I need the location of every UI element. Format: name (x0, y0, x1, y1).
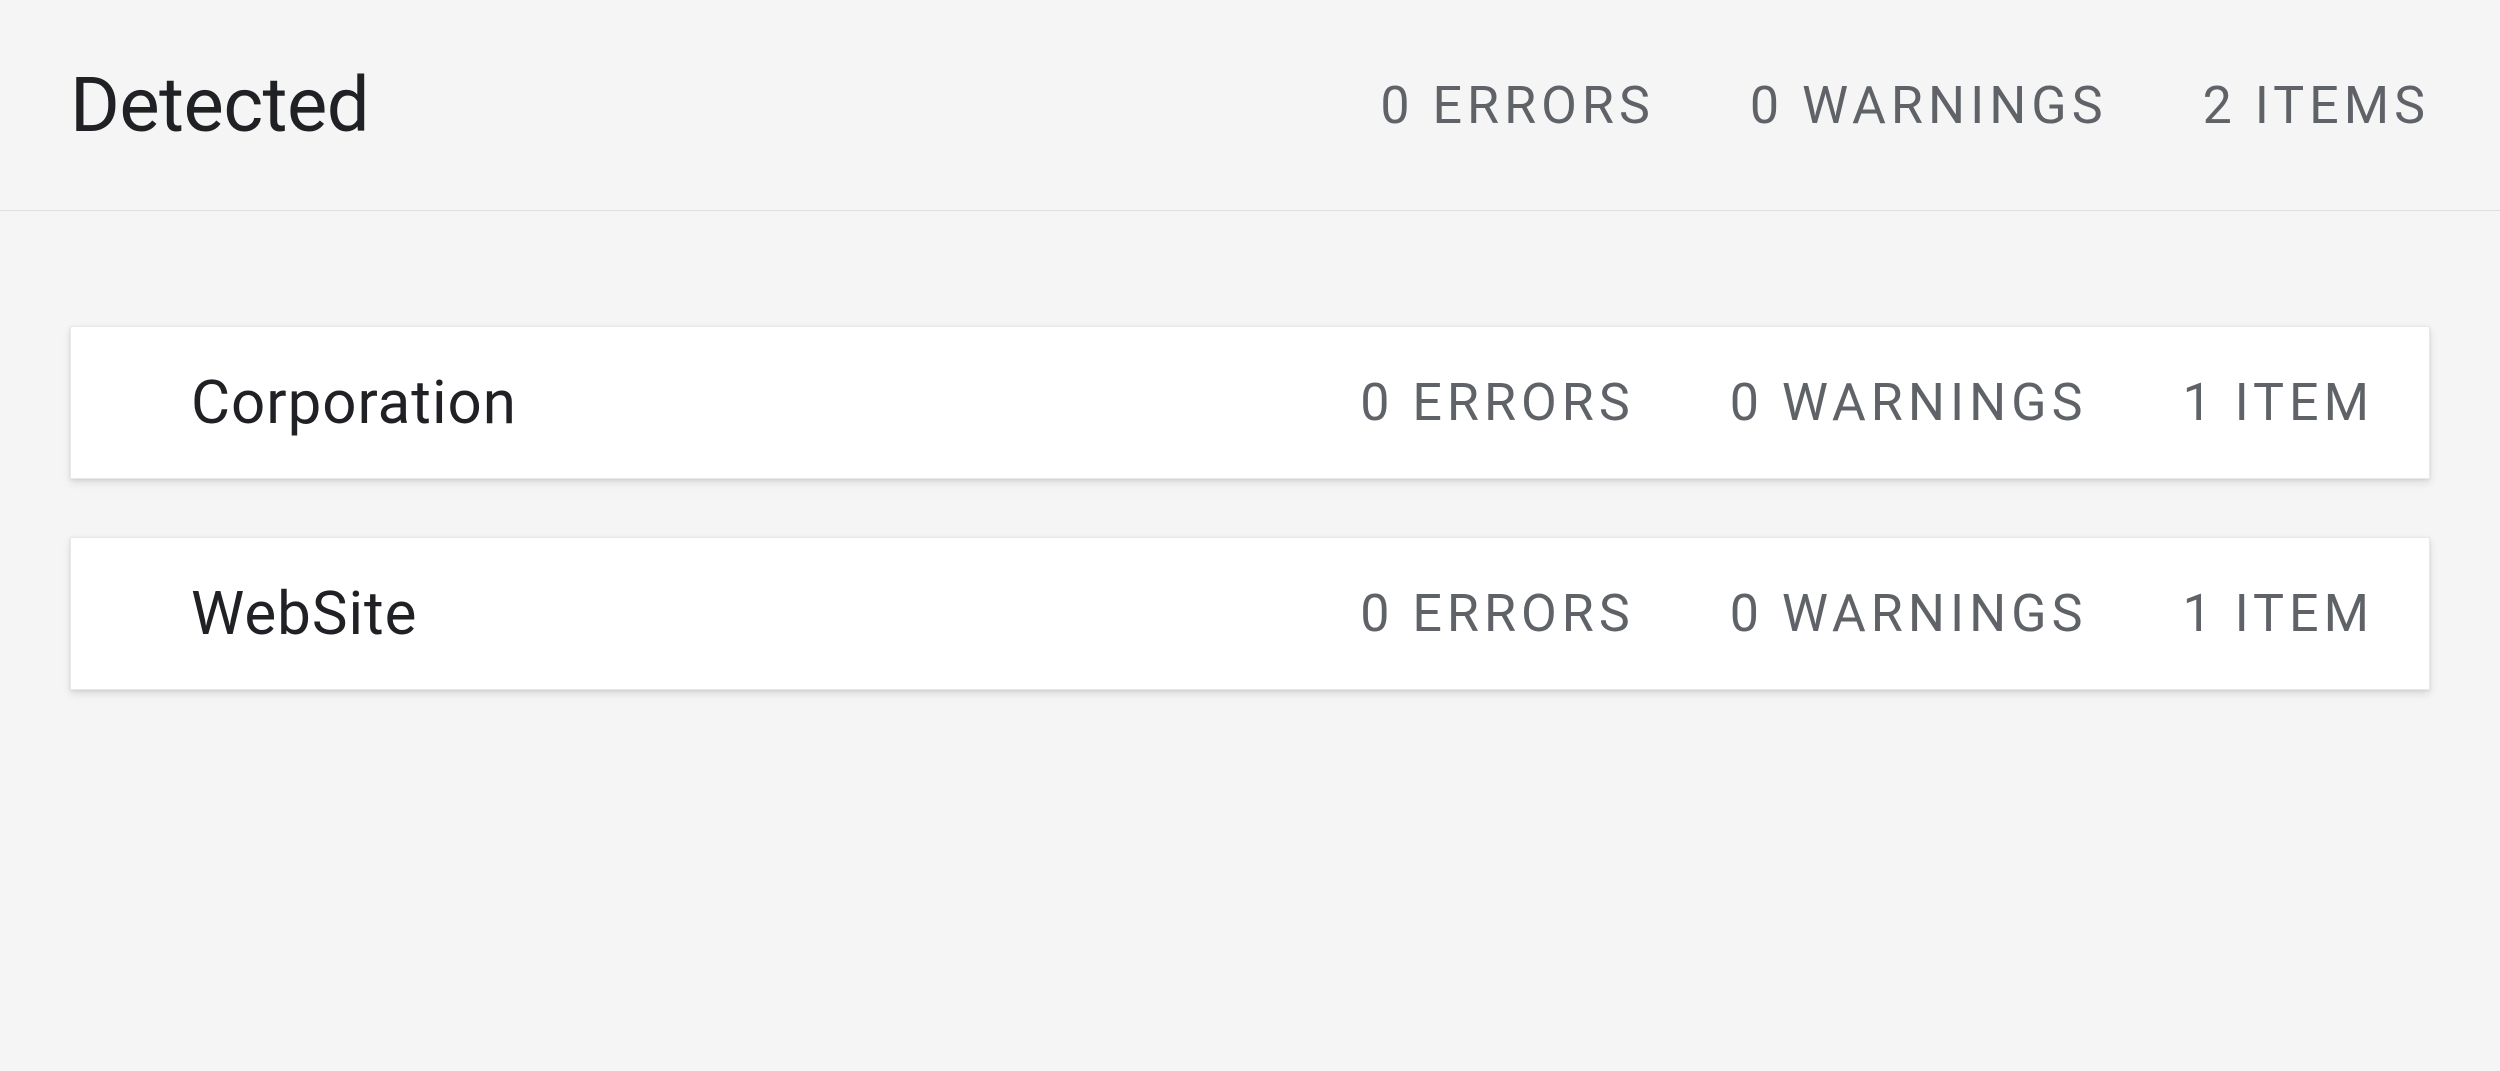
summary-warnings-count: 0 WARNINGS (1750, 75, 2108, 136)
detected-item-corporation[interactable]: Corporation 0 ERRORS 0 WARNINGS 1 ITEM (70, 326, 2430, 479)
summary-items-count: 2 ITEMS (2203, 75, 2430, 136)
detected-item-errors-count: 0 ERRORS (1360, 583, 1634, 644)
detected-item-stats: 0 ERRORS 0 WARNINGS 1 ITEM (1360, 372, 2374, 433)
summary-errors-count: 0 ERRORS (1380, 75, 1654, 136)
summary-stats: 0 ERRORS 0 WARNINGS 2 ITEMS (1380, 75, 2430, 136)
detected-item-items-count: 1 ITEM (2182, 583, 2374, 644)
detected-item-warnings-count: 0 WARNINGS (1730, 372, 2088, 433)
detected-item-title: WebSite (191, 578, 418, 649)
summary-header: Detected 0 ERRORS 0 WARNINGS 2 ITEMS (0, 0, 2500, 211)
detected-item-warnings-count: 0 WARNINGS (1730, 583, 2088, 644)
detected-item-title: Corporation (191, 367, 517, 438)
detected-items-list: Corporation 0 ERRORS 0 WARNINGS 1 ITEM W… (0, 211, 2500, 690)
detected-item-website[interactable]: WebSite 0 ERRORS 0 WARNINGS 1 ITEM (70, 537, 2430, 690)
summary-title: Detected (70, 60, 369, 150)
detected-item-items-count: 1 ITEM (2182, 372, 2374, 433)
detected-item-stats: 0 ERRORS 0 WARNINGS 1 ITEM (1360, 583, 2374, 644)
detected-item-errors-count: 0 ERRORS (1360, 372, 1634, 433)
